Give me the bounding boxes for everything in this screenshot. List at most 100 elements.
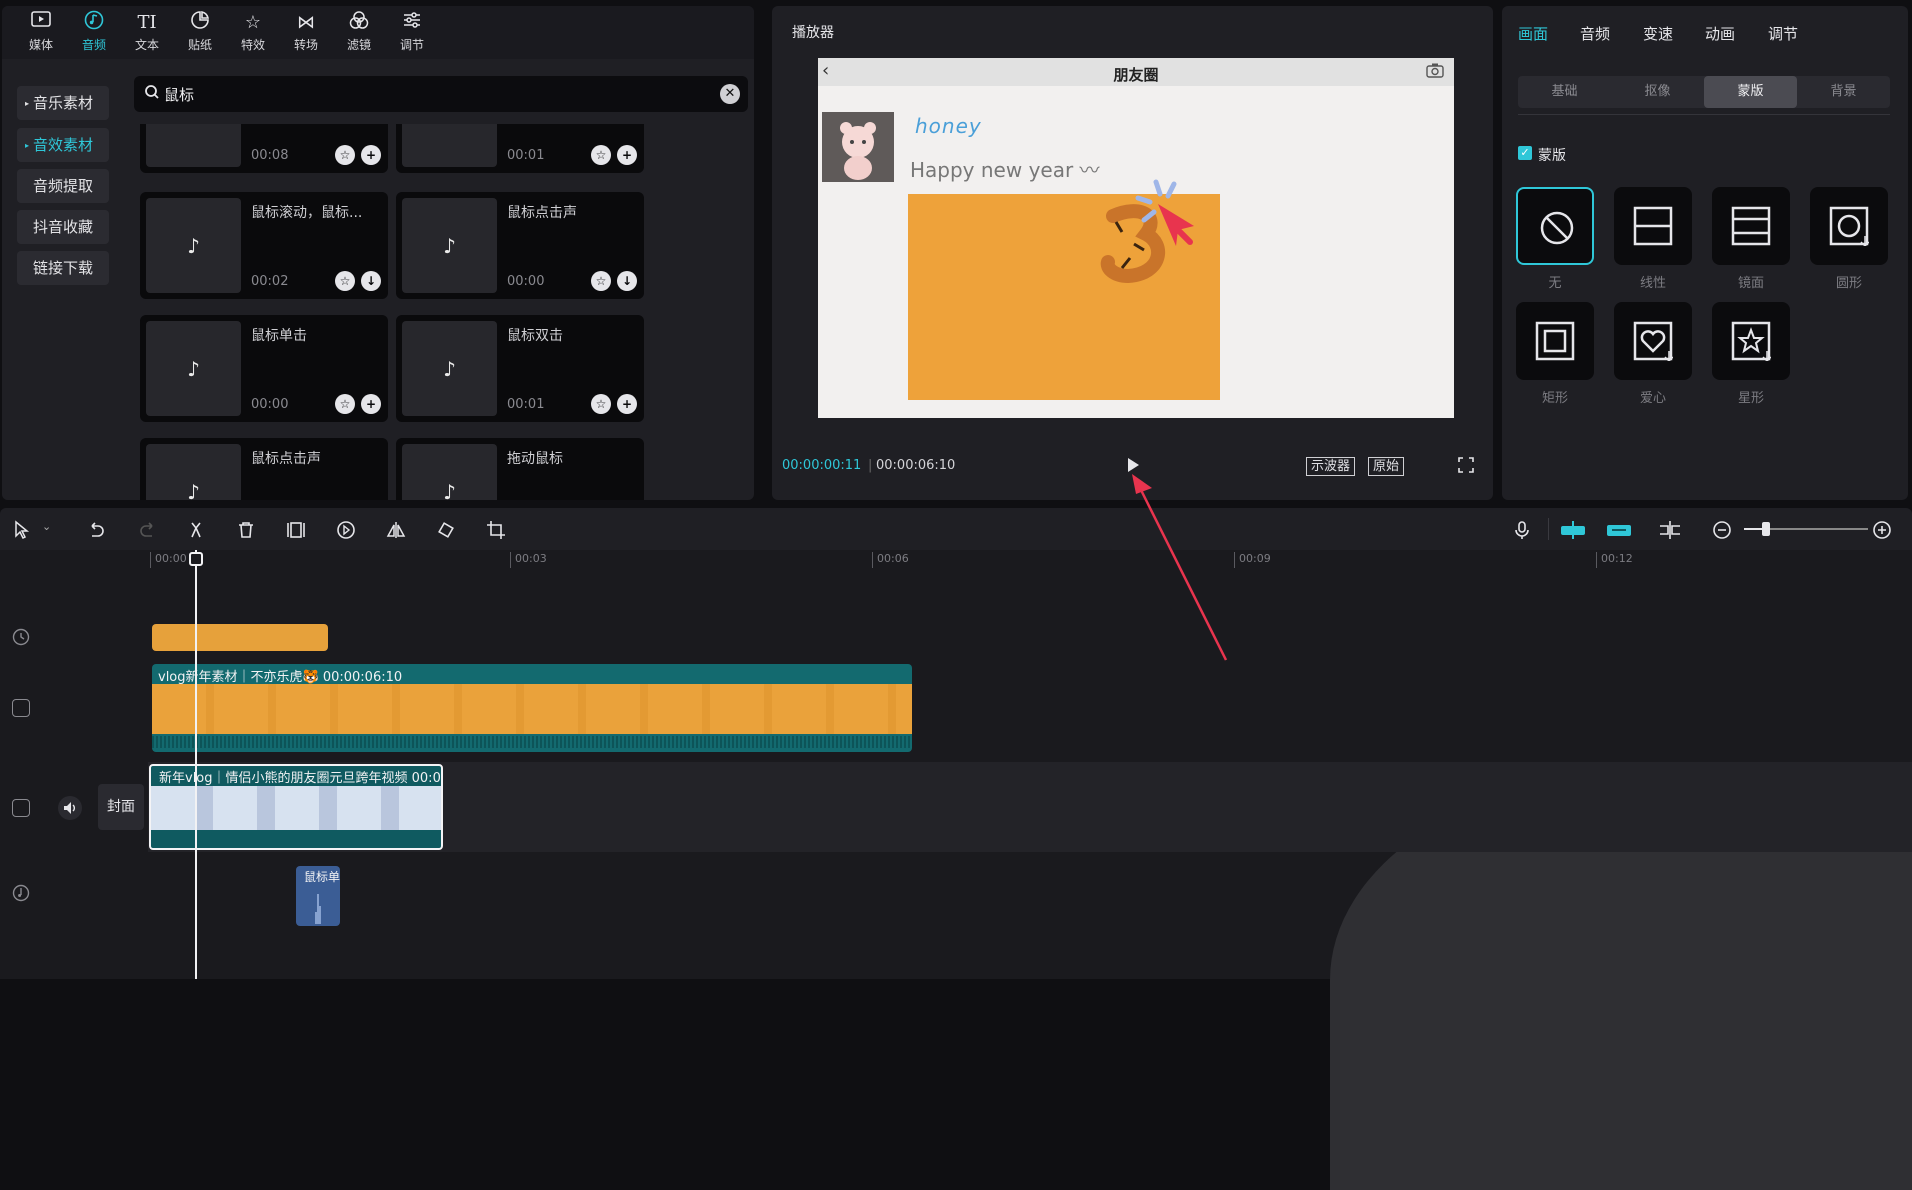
volume-icon[interactable]: [58, 796, 82, 820]
category-sound-effects[interactable]: ▸ 音效素材: [17, 128, 109, 162]
phone-title-bar: ‹ 朋友圈: [818, 58, 1454, 86]
play-icon[interactable]: [1124, 456, 1142, 474]
subtab-cutout[interactable]: 抠像: [1611, 76, 1704, 108]
sound-card[interactable]: ♪ 鼠标点击声 00:00 ☆ ↓: [396, 192, 644, 299]
favorite-icon[interactable]: ☆: [591, 145, 611, 165]
tab-media[interactable]: 媒体: [14, 10, 68, 58]
zoom-slider-handle[interactable]: [1762, 522, 1770, 536]
mirror-icon[interactable]: [386, 520, 406, 540]
subtab-basic[interactable]: 基础: [1518, 76, 1611, 108]
sound-duration: 00:01: [507, 397, 545, 412]
category-music[interactable]: ▸ 音乐素材: [17, 86, 109, 120]
mask-rectangle[interactable]: [1516, 302, 1594, 380]
subtab-mask[interactable]: 蒙版: [1704, 76, 1797, 108]
fullscreen-icon[interactable]: [1458, 457, 1474, 473]
rotate-icon[interactable]: [436, 520, 456, 540]
original-ratio-button[interactable]: 原始: [1368, 457, 1405, 476]
timecode-separator: |: [868, 458, 873, 473]
preview-axis-icon[interactable]: [1658, 520, 1682, 540]
overlay-video-clip[interactable]: vlog新年素材｜不亦乐虎🐯 00:00:06:10: [152, 664, 912, 752]
tab-adjust-props[interactable]: 调节: [1768, 23, 1798, 44]
oscilloscope-button[interactable]: 示波器: [1306, 457, 1356, 476]
zoom-in-icon[interactable]: [1872, 520, 1892, 540]
tab-text[interactable]: TI 文本: [120, 10, 174, 58]
add-icon[interactable]: +: [617, 394, 637, 414]
search-box[interactable]: ✕: [134, 76, 748, 112]
sound-card[interactable]: ♪ 鼠标双击 00:01 ☆ +: [396, 315, 644, 422]
add-icon[interactable]: +: [361, 145, 381, 165]
add-icon[interactable]: +: [617, 145, 637, 165]
mask-star[interactable]: [1712, 302, 1790, 380]
favorite-icon[interactable]: ☆: [335, 145, 355, 165]
favorite-icon[interactable]: ☆: [591, 394, 611, 414]
category-douyin-favorites[interactable]: 抖音收藏: [17, 210, 109, 244]
tab-audio[interactable]: 音频: [67, 10, 121, 58]
effects-icon: ☆: [244, 12, 262, 33]
split-icon[interactable]: [186, 520, 206, 540]
category-audio-extract[interactable]: 音频提取: [17, 169, 109, 203]
add-icon[interactable]: +: [361, 394, 381, 414]
mask-linear[interactable]: [1614, 187, 1692, 265]
download-icon[interactable]: ↓: [361, 271, 381, 291]
playhead-handle[interactable]: [189, 552, 203, 566]
sound-card[interactable]: 00:08 ☆ +: [140, 124, 388, 173]
sticker-clip[interactable]: [152, 624, 328, 651]
sound-card[interactable]: ♪ 鼠标单击 00:00 ☆ +: [140, 315, 388, 422]
tab-effects[interactable]: ☆ 特效: [226, 10, 280, 58]
favorite-icon[interactable]: ☆: [335, 271, 355, 291]
tab-picture[interactable]: 画面: [1518, 23, 1548, 44]
tab-animation[interactable]: 动画: [1705, 23, 1735, 44]
tab-filter[interactable]: 滤镜: [332, 10, 386, 58]
freeze-frame-icon[interactable]: [286, 520, 306, 540]
reverse-play-icon[interactable]: [336, 520, 356, 540]
mask-circle[interactable]: [1810, 187, 1888, 265]
mask-checkbox[interactable]: ✓: [1518, 146, 1532, 160]
tab-audio-props[interactable]: 音频: [1580, 23, 1610, 44]
delete-icon[interactable]: [236, 520, 256, 540]
mask-mirror[interactable]: [1712, 187, 1790, 265]
mirror-mask-icon: [1731, 206, 1771, 246]
sound-card[interactable]: ♪ 鼠标滚动，鼠标... 00:02 ☆ ↓: [140, 192, 388, 299]
zoom-out-icon[interactable]: [1712, 520, 1732, 540]
select-pointer-icon[interactable]: [12, 520, 32, 540]
clear-search-icon[interactable]: ✕: [720, 84, 740, 104]
link-clips-icon[interactable]: [1606, 520, 1632, 540]
ruler-tick: 00:06: [872, 552, 909, 568]
time-ruler[interactable]: 00:00 00:03 00:06 00:09 00:12: [148, 550, 1912, 570]
sound-card[interactable]: ♪ 拖动鼠标: [396, 438, 644, 500]
category-link-download[interactable]: 链接下载: [17, 251, 109, 285]
main-video-clip[interactable]: 新年vlog｜情侣小熊的朋友圈元旦跨年视频 00:0: [149, 764, 443, 850]
cover-button[interactable]: 封面: [98, 784, 144, 830]
download-icon[interactable]: ↓: [617, 271, 637, 291]
favorite-icon[interactable]: ☆: [591, 271, 611, 291]
search-input[interactable]: [164, 83, 664, 105]
timeline[interactable]: 00:00 00:03 00:06 00:09 00:12 封面 vlog新年素…: [0, 550, 1912, 1190]
audio-track-icon: [12, 884, 30, 902]
video-preview[interactable]: ‹ 朋友圈 honey Happy new year 〰: [818, 58, 1454, 418]
chevron-down-icon[interactable]: ⌄: [42, 520, 51, 533]
subtab-background[interactable]: 背景: [1797, 76, 1890, 108]
crop-icon[interactable]: [486, 520, 506, 540]
video-track-icon: [12, 699, 30, 717]
redo-icon[interactable]: [138, 520, 158, 540]
expand-arrow-icon: ▸: [25, 98, 30, 108]
mask-heart[interactable]: [1614, 302, 1692, 380]
undo-icon[interactable]: [86, 520, 106, 540]
playhead[interactable]: [195, 550, 197, 979]
sound-results-grid: 00:08 ☆ + 00:01 ☆ + ♪ 鼠标滚动，鼠标... 00:02 ☆…: [134, 124, 754, 500]
auto-snap-icon[interactable]: [1560, 520, 1586, 540]
favorite-icon[interactable]: ☆: [335, 394, 355, 414]
sound-title: 鼠标点击声: [251, 451, 321, 467]
tab-sticker[interactable]: 贴纸: [173, 10, 227, 58]
tab-speed[interactable]: 变速: [1643, 23, 1673, 44]
mask-none[interactable]: [1516, 187, 1594, 265]
zoom-slider[interactable]: [1744, 522, 1868, 536]
audio-clip[interactable]: 鼠标单: [296, 866, 340, 926]
tab-transition[interactable]: ⋈ 转场: [279, 10, 333, 58]
sound-card[interactable]: 00:01 ☆ +: [396, 124, 644, 173]
rectangle-mask-icon: [1535, 321, 1575, 361]
sound-card[interactable]: ♪ 鼠标点击声: [140, 438, 388, 500]
sound-duration: 00:08: [251, 148, 289, 163]
microphone-icon[interactable]: [1512, 520, 1532, 540]
tab-adjust[interactable]: 调节: [385, 10, 439, 58]
